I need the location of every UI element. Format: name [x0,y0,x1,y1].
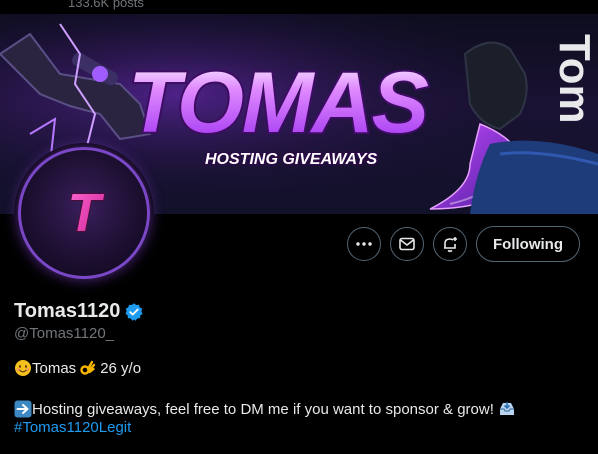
smiling-face-icon [15,360,31,376]
hashtag-link[interactable]: #Tomas1120Legit [14,419,131,436]
profile-actions: Following [347,226,580,262]
message-button[interactable] [390,227,425,261]
banner-subtitle: HOSTING GIVEAWAYS [205,151,378,168]
avatar-letter: T [68,183,105,243]
handle: @Tomas1120_ [14,325,115,342]
ok-hand-icon [80,360,96,375]
bio-description: Hosting giveaways, feel free to DM me if… [32,400,494,418]
right-arrow-icon [14,400,32,418]
inbox-tray-icon [499,402,514,415]
bio-age: 26 y/o [100,359,142,377]
following-button[interactable]: Following [476,226,580,262]
banner-side-text: Tom [550,34,598,124]
bio-line-1: Tomas 26 y/o [14,359,141,377]
avatar-logo: T [67,183,106,243]
more-button[interactable] [347,227,382,261]
envelope-icon [399,237,415,251]
display-name: Tomas1120 [14,300,121,322]
banner-title: TOMAS [128,55,429,151]
more-icon [356,242,372,246]
verified-badge-icon[interactable] [124,302,144,322]
bell-plus-icon [444,237,458,253]
name-row: Tomas1120 [14,300,144,323]
bio-line-2: Hosting giveaways, feel free to DM me if… [14,400,516,418]
posts-count: 133.6K posts [68,0,144,10]
top-bar: 133.6K posts [0,0,598,14]
notifications-button[interactable] [433,227,468,261]
avatar-image: T [18,147,150,279]
avatar[interactable]: T [14,143,154,283]
bio-name: Tomas [32,359,77,377]
